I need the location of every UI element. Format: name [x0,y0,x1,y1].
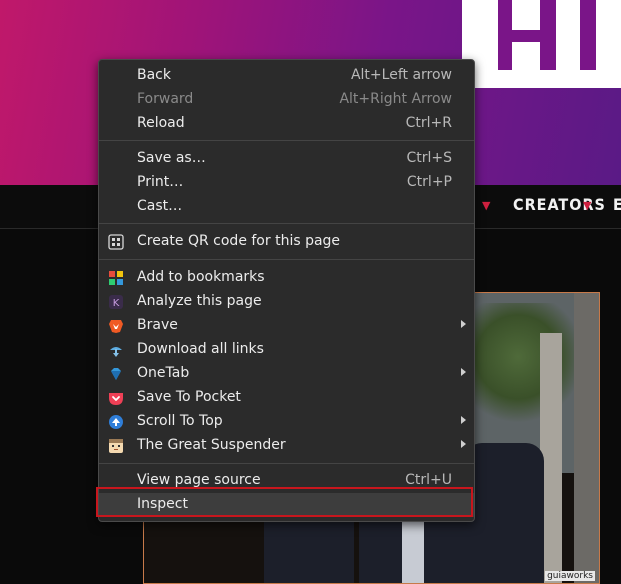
menu-item-shortcut: Ctrl+U [405,472,452,488]
submenu-arrow-icon [461,440,466,448]
nav-item-creators[interactable]: CREATORS [513,195,606,214]
menu-item-label: Back [137,67,171,83]
pocket-icon [109,393,123,405]
hero-logo-block [462,0,621,88]
submenu-arrow-icon [461,416,466,424]
menu-item-download-all-links[interactable]: Download all links [99,338,474,362]
context-menu: Back Alt+Left arrow Forward Alt+Right Ar… [98,59,475,522]
submenu-arrow-icon [461,320,466,328]
menu-item-back[interactable]: Back Alt+Left arrow [99,64,474,88]
menu-item-shortcut: Ctrl+R [405,115,452,131]
menu-item-label: Scroll To Top [137,413,223,429]
menu-item-add-to-bookmarks[interactable]: Add to bookmarks [99,266,474,290]
inspect-highlight-box [96,487,473,517]
menu-item-cast[interactable]: Cast… [99,195,474,219]
onetab-diamond-icon [111,368,121,380]
qr-code-icon [108,234,124,250]
menu-item-label: Save as… [137,150,206,166]
menu-item-label: Create QR code for this page [137,233,341,249]
menu-item-shortcut: Alt+Right Arrow [339,91,452,107]
submenu-arrow-icon [461,368,466,376]
menu-item-brave[interactable]: Brave [99,314,474,338]
suspender-face-icon [109,439,123,453]
menu-item-reload[interactable]: Reload Ctrl+R [99,112,474,136]
menu-item-label: View page source [137,472,261,488]
menu-item-label: Brave [137,317,178,333]
menu-item-great-suspender[interactable]: The Great Suspender [99,434,474,458]
menu-item-label: Reload [137,115,185,131]
menu-separator [99,223,474,224]
menu-item-save-as[interactable]: Save as… Ctrl+S [99,147,474,171]
menu-item-label: Print… [137,174,184,190]
menu-separator [99,463,474,464]
svg-text:K: K [113,298,120,309]
menu-item-label: Add to bookmarks [137,269,265,285]
menu-item-label: Forward [137,91,194,107]
brave-lion-icon [109,320,123,333]
menu-item-label: The Great Suspender [137,437,286,453]
menu-item-print[interactable]: Print… Ctrl+P [99,171,474,195]
menu-item-label: Cast… [137,198,183,214]
bookmarks-grid-icon [109,271,123,285]
menu-item-qr-code[interactable]: Create QR code for this page [99,230,474,254]
menu-separator [99,140,474,141]
menu-item-shortcut: Alt+Left arrow [350,67,452,83]
nav-caret-icon[interactable]: ▼ [482,199,490,212]
menu-item-scroll-to-top[interactable]: Scroll To Top [99,410,474,434]
menu-item-label: Analyze this page [137,293,262,309]
menu-item-label: OneTab [137,365,190,381]
scroll-up-icon [109,415,123,429]
menu-item-label: Download all links [137,341,264,357]
nav-item-partial[interactable]: E [613,195,621,214]
menu-item-label: Save To Pocket [137,389,241,405]
k-analyze-icon: K [109,295,123,309]
nav-caret-icon[interactable]: ▼ [583,199,591,212]
menu-separator [99,259,474,260]
menu-item-shortcut: Ctrl+S [406,150,452,166]
menu-item-shortcut: Ctrl+P [406,174,452,190]
menu-item-analyze[interactable]: K Analyze this page [99,290,474,314]
download-all-icon [110,347,122,357]
menu-item-forward[interactable]: Forward Alt+Right Arrow [99,88,474,112]
menu-item-save-to-pocket[interactable]: Save To Pocket [99,386,474,410]
menu-item-onetab[interactable]: OneTab [99,362,474,386]
